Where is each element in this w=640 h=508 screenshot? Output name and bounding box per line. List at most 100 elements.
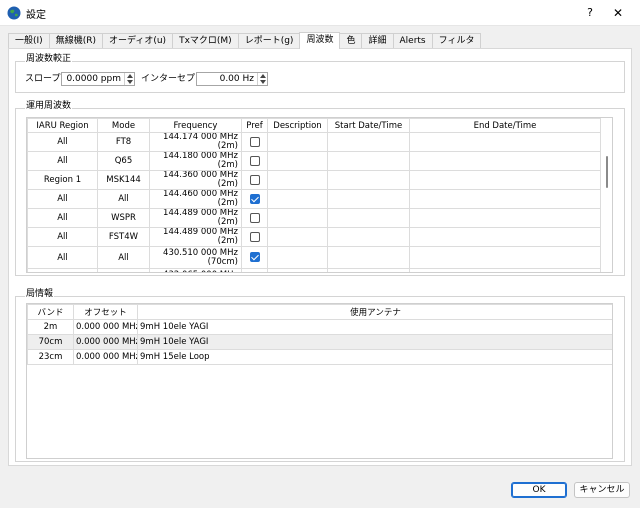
col-header-antenna[interactable]: 使用アンテナ — [137, 304, 612, 320]
start-datetime-cell — [327, 246, 410, 269]
station-table-header: バンド オフセット 使用アンテナ — [27, 304, 612, 320]
table-row[interactable]: AllEcho432.065 000 MHz (70cm) — [27, 268, 601, 272]
mode-cell: MSK144 — [97, 170, 150, 190]
description-cell — [267, 189, 328, 209]
pref-checkbox[interactable] — [249, 174, 260, 185]
region-cell: All — [27, 268, 98, 272]
tab-general[interactable]: 一般(I) — [8, 33, 50, 49]
region-cell: Region 1 — [27, 170, 98, 190]
band-cell: 23cm — [27, 349, 74, 365]
start-datetime-cell — [327, 268, 410, 272]
antenna-cell: 9mH 10ele YAGI — [137, 319, 612, 335]
col-header-mode[interactable]: Mode — [97, 118, 150, 133]
col-header-description[interactable]: Description — [267, 118, 328, 133]
description-cell — [267, 268, 328, 272]
table-row[interactable]: All WSPR 144.489 000 MHz (2m) — [27, 208, 601, 228]
frequency-table-scroll-thumb[interactable] — [606, 156, 608, 188]
start-datetime-cell — [327, 170, 410, 190]
station-table: バンド オフセット 使用アンテナ 2m 0.000 000 MHz 9mH 10… — [27, 304, 612, 365]
mode-cell: WSPR — [97, 208, 150, 228]
pref-checkbox[interactable] — [249, 252, 260, 263]
frequency-cell: 144.180 000 MHz (2m) — [149, 151, 242, 171]
frequency-cell: 144.174 000 MHz (2m) — [149, 132, 242, 152]
intercept-spin-arrows[interactable] — [257, 73, 267, 85]
pref-cell — [241, 189, 268, 209]
tab-radio[interactable]: 無線機(R) — [48, 33, 103, 49]
slope-up-arrow-icon[interactable] — [127, 74, 133, 78]
pref-checkbox[interactable] — [249, 155, 260, 166]
help-button[interactable]: ? — [580, 4, 600, 22]
table-row[interactable]: Region 1 MSK144 144.360 000 MHz (2m) — [27, 170, 601, 190]
table-row[interactable]: All Q65 144.180 000 MHz (2m) — [27, 151, 601, 171]
ok-button[interactable]: OK — [511, 482, 567, 498]
table-row[interactable]: All All 430.510 000 MHz (70cm) — [27, 246, 601, 269]
frequency-table-body: All FT8 144.174 000 MHz (2m) All Q65 144.180 … — [27, 132, 601, 272]
pref-cell — [241, 208, 268, 228]
close-button[interactable]: ✕ — [606, 4, 630, 22]
pref-cell — [241, 268, 268, 272]
slope-spin-arrows[interactable] — [124, 73, 134, 85]
band-cell: 2m — [27, 319, 74, 335]
intercept-down-arrow-icon[interactable] — [260, 80, 266, 84]
antenna-cell: 9mH 15ele Loop — [137, 349, 612, 365]
frequency-table-header: IARU Region Mode Frequency Pref Descript… — [27, 118, 601, 133]
tab-advanced[interactable]: 詳細 — [361, 33, 394, 49]
table-row[interactable]: All FT8 144.174 000 MHz (2m) — [27, 132, 601, 152]
frequency-cell: 144.460 000 MHz (2m) — [149, 189, 242, 209]
end-datetime-cell — [409, 246, 601, 269]
col-header-frequency[interactable]: Frequency — [149, 118, 242, 133]
intercept-spinbox[interactable]: 0.00 Hz — [196, 72, 268, 86]
pref-cell — [241, 151, 268, 171]
station-table-container: バンド オフセット 使用アンテナ 2m 0.000 000 MHz 9mH 10… — [26, 303, 613, 459]
pref-checkbox[interactable] — [249, 136, 260, 147]
band-cell: 70cm — [27, 334, 74, 350]
intercept-up-arrow-icon[interactable] — [260, 74, 266, 78]
col-header-end-datetime[interactable]: End Date/Time — [409, 118, 601, 133]
col-header-iaru-region[interactable]: IARU Region — [27, 118, 98, 133]
tab-alerts[interactable]: Alerts — [392, 33, 433, 49]
region-cell: All — [27, 189, 98, 209]
table-row[interactable]: 70cm 0.000 000 MHz 9mH 10ele YAGI — [27, 334, 612, 350]
table-row[interactable]: 2m 0.000 000 MHz 9mH 10ele YAGI — [27, 319, 612, 335]
col-header-start-datetime[interactable]: Start Date/Time — [327, 118, 410, 133]
offset-cell: 0.000 000 MHz — [73, 334, 138, 350]
tab-frequencies[interactable]: 周波数 — [299, 32, 341, 49]
start-datetime-cell — [327, 189, 410, 209]
col-header-pref[interactable]: Pref — [241, 118, 268, 133]
slope-label: スロープ: — [25, 74, 64, 84]
slope-value: 0.0000 ppm — [66, 74, 121, 84]
pref-checkbox[interactable] — [249, 212, 260, 223]
table-row[interactable]: All FST4W 144.489 000 MHz (2m) — [27, 227, 601, 247]
tab-audio[interactable]: オーディオ(u) — [101, 33, 174, 49]
description-cell — [267, 132, 328, 152]
end-datetime-cell — [409, 189, 601, 209]
col-header-band[interactable]: バンド — [27, 304, 74, 320]
col-header-offset[interactable]: オフセット — [73, 304, 138, 320]
pref-checkbox[interactable] — [249, 231, 260, 242]
tab-reporting[interactable]: レポート(g) — [237, 33, 301, 49]
frequencies-tab-panel: 周波数較正 スロープ: 0.0000 ppm インターセプト: 0.00 Hz … — [8, 48, 632, 466]
region-cell: All — [27, 151, 98, 171]
frequency-cell: 144.489 000 MHz (2m) — [149, 227, 242, 247]
end-datetime-cell — [409, 132, 601, 152]
tab-colors[interactable]: 色 — [339, 33, 363, 49]
slope-down-arrow-icon[interactable] — [127, 80, 133, 84]
window-title: 設定 — [26, 10, 46, 21]
title-bar: 設定 ? ✕ — [0, 0, 640, 26]
table-row[interactable]: All All 144.460 000 MHz (2m) — [27, 189, 601, 209]
slope-spinbox[interactable]: 0.0000 ppm — [61, 72, 135, 86]
description-cell — [267, 170, 328, 190]
cancel-button[interactable]: キャンセル — [574, 482, 630, 498]
tab-bar: 一般(I) 無線機(R) オーディオ(u) Txマクロ(M) レポート(g) 周… — [8, 32, 482, 49]
frequency-table: IARU Region Mode Frequency Pref Descript… — [27, 118, 601, 272]
pref-checkbox[interactable] — [249, 193, 260, 204]
frequency-cell: 144.360 000 MHz (2m) — [149, 170, 242, 190]
frequency-table-scrollbar[interactable] — [602, 118, 612, 272]
tab-filters[interactable]: フィルタ — [431, 33, 482, 49]
start-datetime-cell — [327, 151, 410, 171]
table-row[interactable]: 23cm 0.000 000 MHz 9mH 15ele Loop — [27, 349, 612, 365]
frequency-calibration-label: 周波数較正 — [25, 54, 73, 65]
region-cell: All — [27, 246, 98, 269]
start-datetime-cell — [327, 227, 410, 247]
tab-tx-macros[interactable]: Txマクロ(M) — [172, 33, 239, 49]
